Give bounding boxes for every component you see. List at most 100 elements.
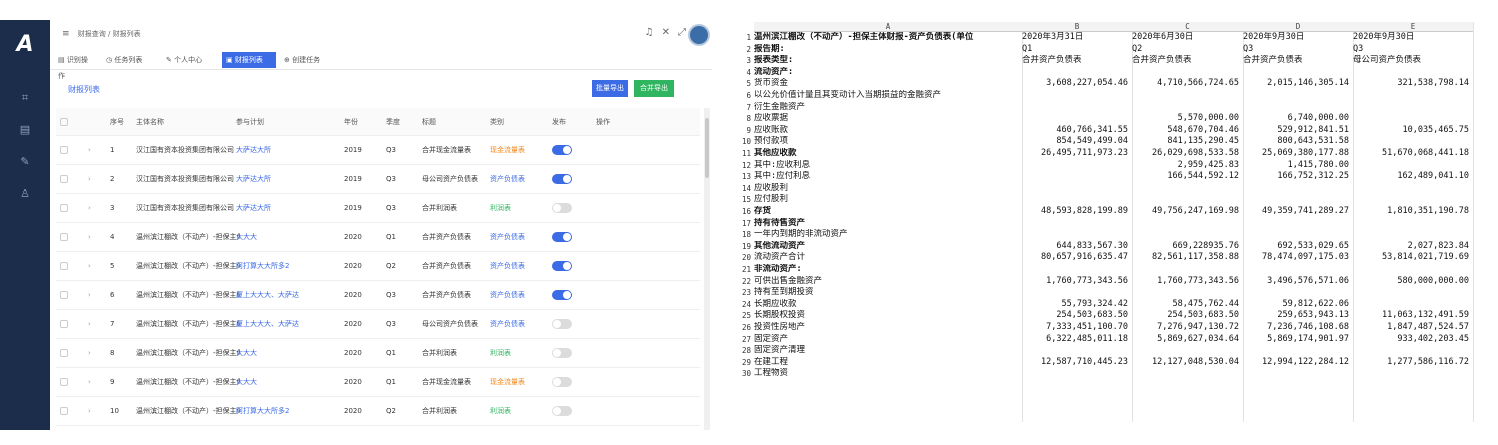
cell-label[interactable]: 应付股利	[754, 194, 1022, 206]
row-number[interactable]: 16	[737, 206, 751, 218]
row-number[interactable]: 11	[737, 148, 751, 160]
tab-3[interactable]: ▣ 财报列表	[222, 52, 276, 68]
cell-value[interactable]: 48,593,828,199.89	[1022, 206, 1128, 218]
chart-icon[interactable]: ⌗	[0, 88, 50, 108]
row-number[interactable]: 17	[737, 218, 751, 230]
cell-label[interactable]: 投资性房地产	[754, 322, 1022, 334]
row-checkbox[interactable]	[60, 281, 68, 312]
column-header-B[interactable]: B	[1022, 22, 1132, 32]
column-header-E[interactable]: E	[1353, 22, 1473, 32]
expand-icon[interactable]: ›	[88, 136, 91, 165]
cell-value[interactable]: 254,503,683.50	[1022, 310, 1128, 322]
expand-icon[interactable]: ›	[88, 368, 91, 397]
cell-value[interactable]: 692,533,029.65	[1243, 241, 1349, 253]
cell-value[interactable]: 2,959,425.83	[1132, 160, 1239, 172]
cell-value[interactable]: 5,869,174,901.97	[1243, 334, 1349, 346]
cell-label[interactable]: 长期股权投资	[754, 310, 1022, 322]
row-checkbox[interactable]	[60, 223, 68, 254]
menu-icon[interactable]: ≡	[62, 29, 70, 39]
cell-value[interactable]: 580,000,000.00	[1353, 276, 1469, 288]
cell-value[interactable]: 2020年6月30日	[1132, 32, 1239, 44]
cell-label[interactable]: 流动资产合计	[754, 252, 1022, 264]
cell-value[interactable]: 26,495,711,973.23	[1022, 148, 1128, 160]
user-icon[interactable]: ♙	[0, 184, 50, 204]
cell-value[interactable]: 5,869,627,034.64	[1132, 334, 1239, 346]
cell-value[interactable]: 26,029,698,533.58	[1132, 148, 1239, 160]
expand-icon[interactable]: ›	[88, 194, 91, 223]
cell-label[interactable]: 其中:应付利息	[754, 171, 1022, 183]
column-header[interactable]: 类别	[490, 108, 504, 136]
cell-value[interactable]: 7,236,746,108.68	[1243, 322, 1349, 334]
row-number[interactable]: 22	[737, 276, 751, 288]
cell-value[interactable]: 7,276,947,130.72	[1132, 322, 1239, 334]
cell-label[interactable]: 在建工程	[754, 357, 1022, 369]
row-number[interactable]: 5	[737, 78, 751, 90]
row-number[interactable]: 12	[737, 160, 751, 172]
cell-value[interactable]: 1,415,780.00	[1243, 160, 1349, 172]
cell-value[interactable]: 12,127,048,530.04	[1132, 357, 1239, 369]
row-checkbox[interactable]	[60, 368, 68, 399]
cell-label[interactable]: 报表类型:	[754, 55, 1022, 67]
cell-value[interactable]: 1,760,773,343.56	[1132, 276, 1239, 288]
cell-value[interactable]: 2020年3月31日	[1022, 32, 1128, 44]
tab-1[interactable]: ◷ 任务列表	[102, 52, 158, 68]
cell-value[interactable]: 1,810,351,190.78	[1353, 206, 1469, 218]
column-header[interactable]: 年份	[344, 108, 358, 136]
cell-value[interactable]: 166,544,592.12	[1132, 171, 1239, 183]
plan-link[interactable]: 大萨达大所	[236, 194, 271, 223]
cell-value[interactable]: 49,756,247,169.98	[1132, 206, 1239, 218]
row-number[interactable]: 24	[737, 299, 751, 311]
cell-value[interactable]: 800,643,531.58	[1243, 136, 1349, 148]
cell-value[interactable]: 合并资产负债表	[1132, 55, 1239, 67]
cell-value[interactable]: 254,503,683.50	[1132, 310, 1239, 322]
cell-value[interactable]: Q2	[1132, 44, 1239, 56]
cell-value[interactable]: Q3	[1243, 44, 1349, 56]
cell-label[interactable]: 一年内到期的非流动资产	[754, 229, 1022, 241]
cell-value[interactable]: 49,359,741,289.27	[1243, 206, 1349, 218]
cell-value[interactable]: 1,760,773,343.56	[1022, 276, 1128, 288]
plan-link[interactable]: 阿打算大大所多2	[236, 252, 289, 281]
cell-value[interactable]: 25,069,380,177.88	[1243, 148, 1349, 160]
row-number[interactable]: 10	[737, 136, 751, 148]
cell-value[interactable]: 259,653,943.13	[1243, 310, 1349, 322]
cell-value[interactable]: 10,035,465.75	[1353, 125, 1469, 137]
bell-icon[interactable]: ♫	[645, 27, 662, 38]
header-checkbox[interactable]	[60, 108, 68, 138]
cell-value[interactable]: Q3	[1353, 44, 1469, 56]
cell-label[interactable]: 货币资金	[754, 78, 1022, 90]
cell-label[interactable]: 温州滨江棚改（不动产）-担保主体财报-资产负债表(单位	[754, 32, 1022, 44]
row-number[interactable]: 2	[737, 44, 751, 56]
column-header[interactable]: 标题	[422, 108, 436, 136]
cell-value[interactable]: 12,994,122,284.12	[1243, 357, 1349, 369]
expand-icon[interactable]: ›	[88, 165, 91, 194]
column-header[interactable]: 主体名称	[136, 108, 164, 136]
expand-icon[interactable]: ›	[88, 281, 91, 310]
column-header[interactable]: 发布	[552, 108, 566, 136]
cell-value[interactable]: 3,608,227,054.46	[1022, 78, 1128, 90]
cell-value[interactable]: 12,587,710,445.23	[1022, 357, 1128, 369]
row-number[interactable]: 7	[737, 102, 751, 114]
cell-value[interactable]: 80,657,916,635.47	[1022, 252, 1128, 264]
cell-label[interactable]: 其他流动资产	[754, 241, 1022, 253]
cell-label[interactable]: 其中:应收利息	[754, 160, 1022, 172]
expand-icon[interactable]: ›	[88, 252, 91, 281]
table-scrollbar[interactable]	[704, 108, 710, 430]
column-header[interactable]: 序号	[110, 108, 124, 136]
column-header[interactable]: 季度	[386, 108, 400, 136]
cell-value[interactable]: 933,402,203.45	[1353, 334, 1469, 346]
cell-label[interactable]: 工程物资	[754, 368, 1022, 380]
plan-link[interactable]: 厦上大大大、大萨达	[236, 281, 299, 310]
row-number[interactable]: 27	[737, 334, 751, 346]
cell-value[interactable]: 合并资产负债表	[1243, 55, 1349, 67]
cell-value[interactable]: 5,570,000.00	[1132, 113, 1239, 125]
cell-value[interactable]: 11,063,132,491.59	[1353, 310, 1469, 322]
cell-value[interactable]: 669,228935.76	[1132, 241, 1239, 253]
column-header-C[interactable]: C	[1132, 22, 1243, 32]
publish-toggle[interactable]	[552, 252, 572, 284]
cell-value[interactable]: 55,793,324.42	[1022, 299, 1128, 311]
merge-export-button[interactable]: 合并导出	[634, 80, 674, 97]
row-number[interactable]: 28	[737, 345, 751, 357]
row-number[interactable]: 25	[737, 310, 751, 322]
publish-toggle[interactable]	[552, 339, 572, 371]
cell-label[interactable]: 应收股利	[754, 183, 1022, 195]
